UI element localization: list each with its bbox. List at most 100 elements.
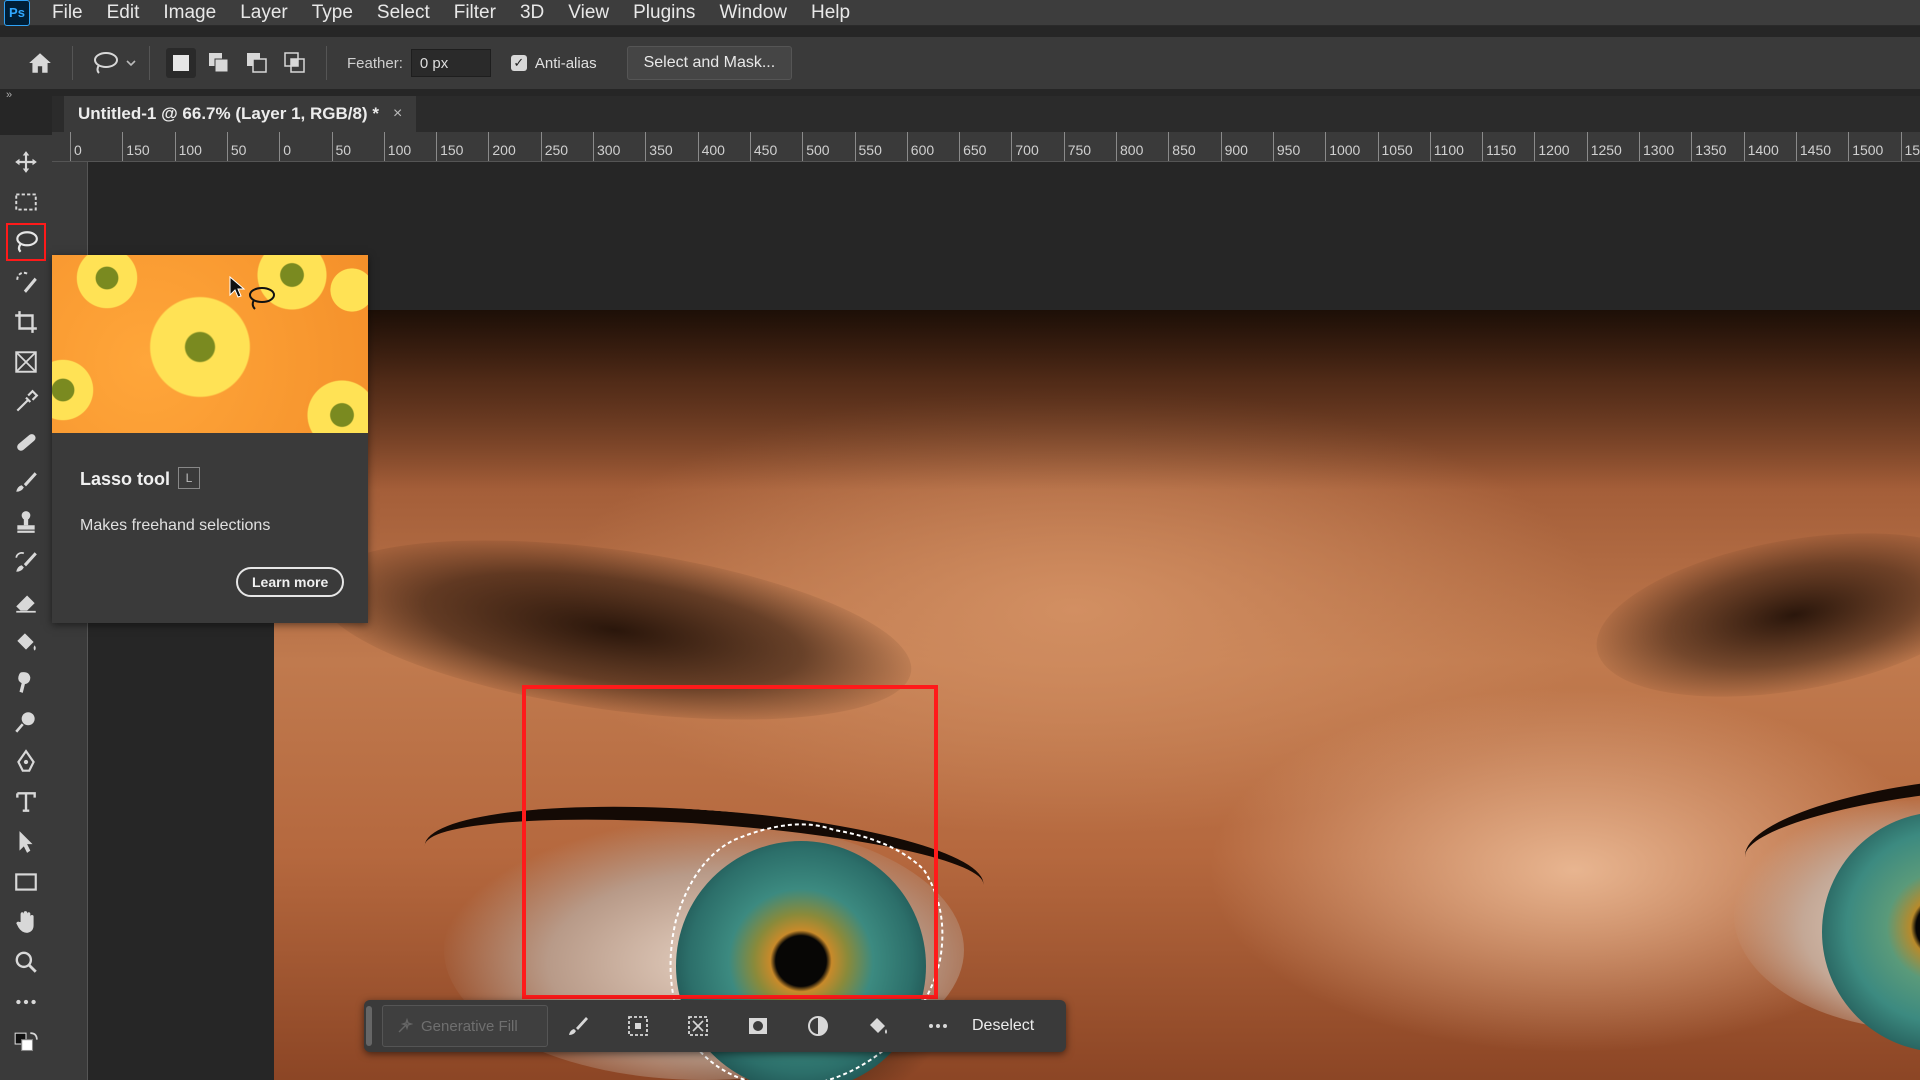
horizontal-ruler[interactable]: 0 150 100 50 0 50 100 150 200 250 300 350 400 450 500 5… [52, 132, 1920, 162]
ruler-tick [1272, 132, 1274, 161]
zoom-tool[interactable] [6, 943, 46, 981]
clone-stamp-tool[interactable] [6, 503, 46, 541]
dodge-tool[interactable] [6, 703, 46, 741]
ruler-tick-label: 0 [283, 142, 291, 158]
more-options-button[interactable] [908, 1005, 968, 1047]
select-subject-button[interactable] [608, 1005, 668, 1047]
menu-layer[interactable]: Layer [228, 2, 300, 24]
ruler-tick-label: 550 [858, 142, 882, 158]
new-selection-button[interactable] [166, 48, 196, 78]
generative-fill-icon [398, 1018, 413, 1033]
ruler-tick [122, 132, 124, 161]
smudge-tool[interactable] [6, 663, 46, 701]
pen-tool[interactable] [6, 743, 46, 781]
antialias-label: Anti-alias [534, 54, 597, 72]
menu-file[interactable]: File [40, 2, 95, 24]
photo-closeup-eyes[interactable] [274, 310, 1920, 1080]
move-tool[interactable] [6, 143, 46, 181]
type-tool[interactable] [6, 783, 46, 821]
menu-help[interactable]: Help [799, 2, 862, 24]
lasso-selection-outline[interactable] [274, 310, 1920, 1080]
menu-window[interactable]: Window [707, 2, 799, 24]
move-tool-icon [15, 151, 37, 173]
options-bar: Feather: ✓ Anti-alias Select and Mask... [0, 37, 1920, 89]
generative-fill-button[interactable]: Generative Fill [382, 1005, 548, 1047]
tooltip-shortcut-key: L [178, 467, 200, 489]
learn-more-button[interactable]: Learn more [236, 567, 345, 597]
frame-tool[interactable] [6, 343, 46, 381]
close-tab-icon[interactable]: × [393, 105, 402, 123]
collapse-panels-toggle[interactable]: » [0, 89, 52, 101]
photoshop-logo[interactable]: Ps [4, 0, 30, 26]
tooltip-title: Lasso tool [80, 469, 171, 489]
lasso-tool[interactable] [6, 223, 46, 261]
menu-filter[interactable]: Filter [442, 2, 508, 24]
adjustment-layer-button[interactable] [788, 1005, 848, 1047]
subtract-from-selection-button[interactable] [242, 48, 272, 78]
intersect-selection-button[interactable] [280, 48, 310, 78]
marquee-tool[interactable] [6, 183, 46, 221]
tooltip-preview-image [52, 255, 368, 433]
menu-view[interactable]: View [556, 2, 621, 24]
color-swatches[interactable] [6, 1025, 46, 1063]
crop-tool-icon [15, 311, 37, 333]
ruler-tick [854, 132, 856, 161]
ruler-tick [1691, 132, 1693, 161]
lasso-tool-tooltip: Lasso tool L Makes freehand selections L… [52, 255, 368, 623]
task-bar-drag-handle[interactable] [366, 1006, 372, 1046]
daisy [302, 375, 368, 433]
menu-type[interactable]: Type [300, 2, 365, 24]
frame-tool-icon [15, 351, 37, 373]
generative-fill-label: Generative Fill [421, 1017, 518, 1035]
ruler-tick [1534, 132, 1536, 161]
menu-select[interactable]: Select [365, 2, 442, 24]
menu-plugins[interactable]: Plugins [621, 2, 707, 24]
document-tab[interactable]: Untitled-1 @ 66.7% (Layer 1, RGB/8) * × [64, 96, 417, 132]
ruler-tick [1586, 132, 1588, 161]
eyedropper-tool[interactable] [6, 383, 46, 421]
brush-tool[interactable] [6, 463, 46, 501]
crop-tool[interactable] [6, 303, 46, 341]
ruler-tick-label: 600 [910, 142, 935, 158]
ruler-tick [174, 132, 176, 161]
rectangle-tool[interactable] [6, 863, 46, 901]
ruler-tick-label: 1300 [1643, 142, 1675, 158]
more-tools-button[interactable] [6, 983, 46, 1021]
add-selection-icon [209, 53, 229, 73]
ruler-tick [1063, 132, 1065, 161]
tool-preset-picker[interactable] [91, 50, 137, 76]
eraser-tool[interactable] [6, 583, 46, 621]
divider [72, 46, 73, 80]
history-brush-tool[interactable] [6, 543, 46, 581]
add-to-selection-button[interactable] [204, 48, 234, 78]
object-selection-tool[interactable] [6, 263, 46, 301]
paint-bucket-tool[interactable] [6, 623, 46, 661]
ruler-tick [1795, 132, 1797, 161]
modify-selection-button[interactable] [548, 1005, 608, 1047]
select-and-mask-button[interactable]: Select and Mask... [626, 46, 793, 80]
antialias-checkbox[interactable]: ✓ [510, 55, 527, 71]
ruler-tick-label: 350 [649, 142, 673, 158]
ruler-tick [1011, 132, 1013, 161]
ruler-tick [645, 132, 647, 161]
home-button[interactable] [20, 43, 60, 83]
deselect-button[interactable]: Deselect [972, 1017, 1034, 1035]
healing-brush-tool[interactable] [6, 423, 46, 461]
ruler-tick-label: 1000 [1329, 142, 1361, 158]
menu-edit[interactable]: Edit [95, 2, 152, 24]
menu-image[interactable]: Image [151, 2, 228, 24]
path-selection-tool[interactable] [6, 823, 46, 861]
create-mask-button[interactable] [728, 1005, 788, 1047]
ruler-tick-label: 1200 [1538, 142, 1570, 158]
menu-3d[interactable]: 3D [508, 2, 556, 24]
fill-selection-button[interactable] [848, 1005, 908, 1047]
menu-bar: Ps File Edit Image Layer Type Select Fil… [0, 0, 1920, 26]
ruler-tick [1220, 132, 1222, 161]
hand-tool[interactable] [6, 903, 46, 941]
ruler-tick-label: 750 [1067, 142, 1092, 158]
invert-selection-button[interactable] [668, 1005, 728, 1047]
feather-input[interactable] [410, 49, 491, 77]
ruler-tick [488, 132, 490, 161]
ruler-tick [1325, 132, 1327, 161]
subtract-selection-icon [247, 53, 267, 73]
